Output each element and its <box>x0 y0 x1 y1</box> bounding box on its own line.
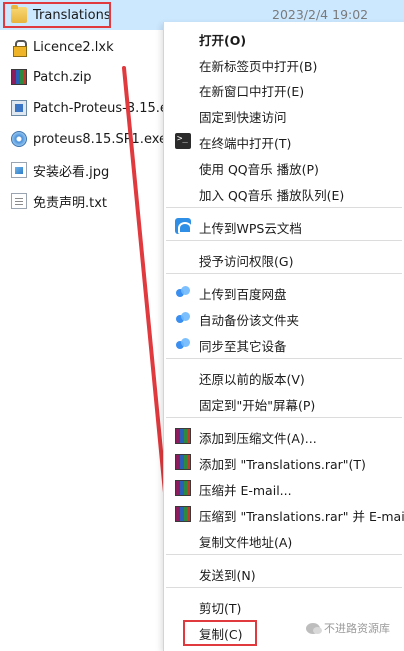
menu-separator <box>166 587 402 588</box>
menu-separator <box>166 554 402 555</box>
file-date: 2023/2/4 19:02 <box>272 7 369 22</box>
jpg-file-icon <box>11 162 27 178</box>
menu-separator <box>166 273 402 274</box>
menu-item-upload-baidu[interactable]: 上传到百度网盘 <box>164 280 404 304</box>
winrar-icon <box>175 480 191 496</box>
menu-separator <box>166 240 402 241</box>
file-name: proteus8.15.SP1.exe <box>33 131 168 147</box>
menu-item-sync-devices[interactable]: 同步至其它设备 <box>164 332 404 356</box>
file-name: Licence2.lxk <box>33 39 114 55</box>
menu-item-upload-wps[interactable]: 上传到WPS云文档 <box>164 214 404 238</box>
exe-file-icon <box>11 100 27 116</box>
watermark-text: 不进路资源库 <box>324 622 390 635</box>
wechat-icon <box>306 622 322 634</box>
menu-item-restore-versions[interactable]: 还原以前的版本(V) <box>164 365 404 389</box>
file-name: Patch.zip <box>33 69 92 85</box>
menu-item-open-new-tab[interactable]: 在新标签页中打开(B) <box>164 52 404 76</box>
lock-file-icon <box>11 39 27 57</box>
menu-item-compress-rar-email[interactable]: 压缩到 "Translations.rar" 并 E-mail <box>164 502 404 526</box>
menu-item-grant-access[interactable]: 授予访问权限(G) <box>164 247 404 271</box>
menu-item-cut[interactable]: 剪切(T) <box>164 594 404 618</box>
wps-cloud-icon <box>175 218 192 234</box>
menu-item-compress-email[interactable]: 压缩并 E-mail... <box>164 476 404 500</box>
winrar-archive-icon <box>11 69 27 85</box>
context-menu: 打开(O) 在新标签页中打开(B) 在新窗口中打开(E) 固定到快速访问 在终端… <box>163 22 404 651</box>
file-name: Patch-Proteus-3.15.exe <box>33 100 183 116</box>
menu-item-open[interactable]: 打开(O) <box>164 26 404 50</box>
baidu-netdisk-icon <box>175 310 191 326</box>
watermark: 不进路资源库 <box>306 620 390 636</box>
file-name: 安装必看.jpg <box>33 164 110 180</box>
file-row[interactable]: 免责声明.txt <box>0 186 170 216</box>
menu-item-auto-backup[interactable]: 自动备份该文件夹 <box>164 306 404 330</box>
file-row[interactable]: Patch.zip <box>0 62 170 92</box>
menu-item-open-terminal[interactable]: 在终端中打开(T) <box>164 129 404 153</box>
winrar-icon <box>175 428 191 444</box>
file-row[interactable]: Licence2.lxk <box>0 32 170 62</box>
menu-item-send-to[interactable]: 发送到(N) <box>164 561 404 585</box>
txt-file-icon <box>11 193 27 209</box>
terminal-icon <box>175 133 191 149</box>
menu-separator <box>166 358 402 359</box>
copy-highlight-box <box>183 620 257 646</box>
menu-item-add-archive[interactable]: 添加到压缩文件(A)... <box>164 424 404 448</box>
menu-item-qq-music-play[interactable]: 使用 QQ音乐 播放(P) <box>164 155 404 179</box>
menu-separator <box>166 417 402 418</box>
baidu-netdisk-icon <box>175 284 191 300</box>
menu-item-pin-quick-access[interactable]: 固定到快速访问 <box>164 103 404 127</box>
menu-item-add-to-rar[interactable]: 添加到 "Translations.rar"(T) <box>164 450 404 474</box>
file-row[interactable]: 安装必看.jpg <box>0 155 170 185</box>
disc-setup-icon <box>11 131 27 147</box>
menu-item-pin-start[interactable]: 固定到"开始"屏幕(P) <box>164 391 404 415</box>
menu-item-open-new-window[interactable]: 在新窗口中打开(E) <box>164 77 404 101</box>
menu-item-qq-music-queue[interactable]: 加入 QQ音乐 播放队列(E) <box>164 181 404 205</box>
file-row[interactable]: proteus8.15.SP1.exe <box>0 124 170 154</box>
winrar-icon <box>175 454 191 470</box>
winrar-icon <box>175 506 191 522</box>
file-name: 免责声明.txt <box>33 195 108 211</box>
menu-separator <box>166 207 402 208</box>
file-row[interactable]: Patch-Proteus-3.15.exe <box>0 93 183 123</box>
baidu-netdisk-icon <box>175 336 191 352</box>
selection-highlight-box <box>3 2 111 28</box>
menu-item-copy-path[interactable]: 复制文件地址(A) <box>164 528 404 552</box>
